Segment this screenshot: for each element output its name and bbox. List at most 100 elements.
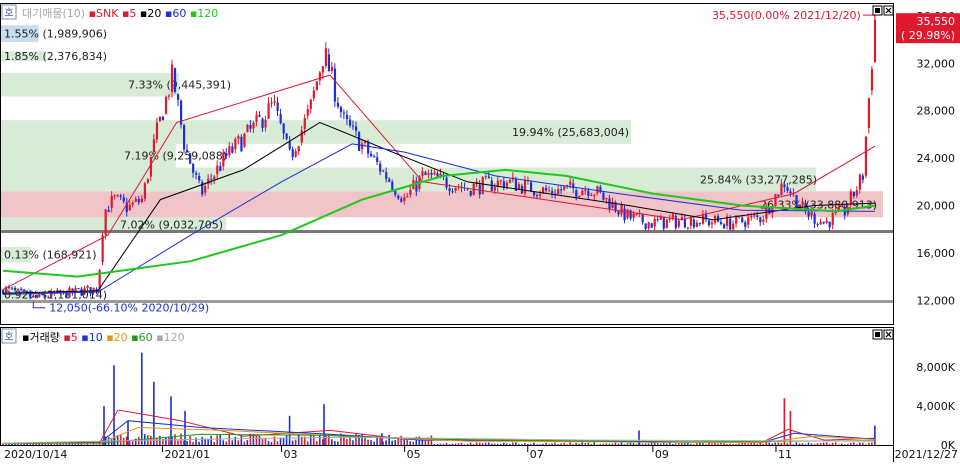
candle-body [590,194,593,196]
volume-bar [862,442,864,445]
volume-bar [557,443,559,445]
legend-item[interactable]: ▪20 [140,7,165,20]
candle-body [647,222,650,229]
candle-body [695,222,699,227]
candle-body [481,177,484,195]
volume-bar [267,440,270,445]
candle-body [406,196,409,198]
legend-item[interactable]: ▪5 [63,331,81,344]
volume-bar [388,434,390,445]
volume-bar [496,443,499,445]
volume-bar [127,420,129,445]
volume-bar [804,444,807,445]
volume-bar [795,442,798,445]
candle-body [620,204,623,214]
volume-bar [367,439,369,445]
candle-body [545,187,548,191]
candle-body [831,213,834,225]
volume-bar [484,442,487,445]
volume-bar [684,443,686,445]
legend-item[interactable]: ▪120 [156,331,184,344]
volume-bar [518,444,520,445]
volume-bar [644,443,647,445]
candle-body [849,191,852,205]
volume-profile-label: 1.85% (2,376,834) [4,50,107,63]
volume-bar [665,443,668,445]
volume-bar [364,437,366,445]
volume-profile-label: 25.84% (33,277,285) [700,173,817,186]
candle-body [783,184,786,188]
volume-bar [792,444,795,445]
volume-bar [186,440,188,445]
candle-body [210,178,213,180]
volume-bar [346,439,348,445]
candle-body [122,197,125,202]
volume-bar [231,440,234,445]
candle-body [454,187,457,192]
candle-body [315,81,318,91]
volume-bar [475,442,478,445]
volume-bar [768,442,771,445]
volume-bar [846,444,849,445]
volume-bar [581,442,584,445]
candle-body [665,219,668,229]
candle-body [255,114,258,122]
candle-body [551,191,554,194]
volume-bar [662,442,665,445]
volume-bar [732,444,734,445]
volume-bar [687,443,689,445]
volume-bar [777,442,780,445]
candle-body [822,221,825,224]
candle-body [137,199,140,203]
chart-canvas: 0.92% (1,181,014)0.13% (168,921)7.02% (9… [0,0,960,462]
date-tick-label: 07 [530,448,544,461]
volume-bar [403,439,406,445]
candle-body [605,198,608,200]
volume-bar [83,444,86,445]
candle-body [47,297,50,299]
legend-item[interactable]: 대기매물(10) [22,7,89,20]
candle-body [116,195,119,197]
volume-bar [323,404,325,445]
volume-bar [258,435,261,445]
minimize-icon [875,332,880,337]
volume-tick-label: 8,000K [916,361,955,374]
volume-bar [566,444,568,445]
candle-body [801,201,804,206]
candle-body [164,96,168,114]
legend-item[interactable]: ▪거래량 [22,331,63,344]
candle-body [759,217,762,223]
candle-body [348,119,352,126]
candle-body [539,194,542,196]
legend-item[interactable]: ▪10 [81,331,106,344]
legend-item[interactable]: ▪120 [190,7,218,20]
legend-item[interactable]: ▪5 [122,7,140,20]
date-tick-label: 03 [284,448,298,461]
high-price-annotation: 35,550(0.00% 2021/12/20) [712,9,861,22]
candle-body [632,213,635,218]
candle-body [867,98,871,128]
legend-item[interactable]: ▪20 [106,331,131,344]
legend-item[interactable]: ▪SNK [89,7,122,20]
candle-body [113,195,116,197]
volume-bar [810,443,813,445]
volume-bar [288,415,291,445]
volume-bar [711,443,713,445]
candle-body [732,223,735,230]
legend-item[interactable]: ▪60 [165,7,190,20]
candle-body [840,205,843,207]
volume-bar [29,443,31,445]
legend-item[interactable]: ▪60 [131,331,156,344]
volume-bar [216,435,218,445]
candle-body [813,213,816,224]
candle-body [810,211,813,216]
candle-body [192,164,195,173]
candle-body [741,217,744,223]
volume-bar [59,443,62,445]
settings-icon[interactable]: 호 [4,331,13,343]
candle-body [173,68,177,92]
volume-bar [451,443,454,445]
candle-body [354,126,358,131]
candle-body [204,186,207,193]
settings-icon[interactable]: 호 [4,7,13,19]
